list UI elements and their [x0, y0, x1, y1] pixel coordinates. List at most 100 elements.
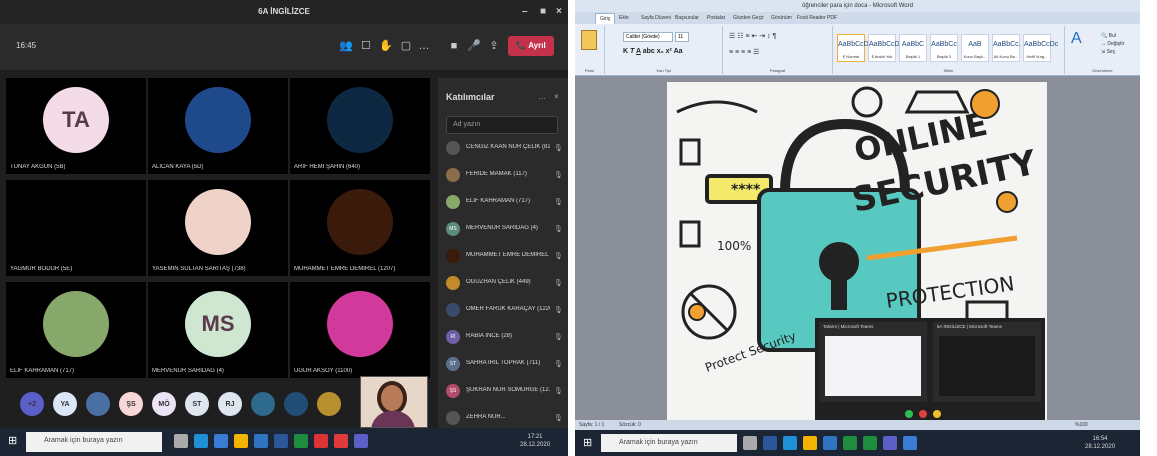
video-tile[interactable]: MS MERVENUR SARIDAĞ (4) [148, 282, 288, 378]
paste-icon[interactable] [581, 30, 597, 50]
maximize-icon[interactable]: ■ [540, 0, 546, 24]
chrome-icon[interactable] [294, 434, 308, 448]
avatar[interactable]: ŞS [119, 392, 143, 416]
mic-off-icon: 🎙 [554, 145, 563, 152]
meeting-toolbar: 16:45 👥 ☐ ✋ ▢ … ■ 🎤 ⇪ 📞 Ayrıl [0, 24, 568, 70]
leave-button[interactable]: 📞 Ayrıl [508, 36, 554, 56]
mic-off-icon: 🎙 [554, 388, 563, 395]
camera-icon[interactable]: ■ [446, 38, 462, 54]
more-icon[interactable]: … [538, 92, 546, 101]
search-icon[interactable] [174, 434, 188, 448]
store-icon[interactable] [823, 436, 837, 450]
list-item[interactable]: ÖMER FARUK KARAÇAY (1220) 🎙 [442, 298, 566, 324]
find-replace-buttons[interactable]: 🔍 Bul ↔ Değiştir ⇲ Seç [1101, 32, 1124, 56]
list-item[interactable]: OĞUZHAN ÇELİK (449) 🎙 [442, 271, 566, 297]
app-icon[interactable] [903, 436, 917, 450]
video-tile[interactable]: ARİF HEMİ ŞAHİN (640) [290, 78, 430, 174]
minimize-icon[interactable]: – [522, 0, 528, 24]
share-icon[interactable]: ⇪ [486, 38, 502, 54]
folder-icon[interactable] [234, 434, 248, 448]
tab-6[interactable]: Görünüm [767, 13, 796, 23]
video-tile[interactable]: ALİCAN KAYA (5D) [148, 78, 288, 174]
word-icon[interactable] [763, 436, 777, 450]
style-gallery-item[interactable]: AaB Konu Başlı... [961, 34, 989, 62]
tab-3[interactable]: Başvurular [671, 13, 703, 23]
align-buttons[interactable]: ≡ ≡ ≡ ≡ ☰ [729, 48, 759, 56]
video-tile[interactable]: YAĞMUR BODUR (5E) [6, 180, 146, 276]
style-gallery-item[interactable]: AaBbCcDc Hafif Vurg... [1023, 34, 1058, 62]
avatar[interactable]: MÖ [152, 392, 176, 416]
file-explorer-icon[interactable] [214, 434, 228, 448]
video-tile[interactable]: YASEMİN SULTAN SARITAŞ (738) [148, 180, 288, 276]
close-icon[interactable]: × [556, 0, 562, 24]
app-icon[interactable] [334, 434, 348, 448]
teams-icon[interactable] [883, 436, 897, 450]
participant-search-input[interactable]: Ad yazın [446, 116, 558, 134]
close-icon[interactable]: × [554, 92, 559, 101]
list-item[interactable]: ELİF KAHRAMAN (717) 🎙 [442, 190, 566, 216]
list-item[interactable]: FERİDE MAMAK (117) 🎙 [442, 163, 566, 189]
change-styles-icon[interactable]: A [1071, 30, 1085, 52]
avatar[interactable] [317, 392, 341, 416]
video-tile[interactable]: UĞUR AKSOY (1100) [290, 282, 430, 378]
avatar: ST [446, 357, 460, 371]
mic-off-icon: 🎙 [554, 280, 563, 287]
tab-1[interactable]: Ekle [615, 13, 633, 23]
store-icon[interactable] [254, 434, 268, 448]
windows-start-icon[interactable]: ⊞ [8, 436, 19, 447]
list-item[interactable]: MUHAMMET EMRE DEMİREL ... 🎙 [442, 244, 566, 270]
tab-2[interactable]: Sayfa Düzeni [637, 13, 675, 23]
edge-icon[interactable] [194, 434, 208, 448]
zoom-level[interactable]: %100 [1075, 422, 1088, 428]
chrome-icon[interactable] [863, 436, 877, 450]
windows-start-icon[interactable]: ⊞ [583, 438, 594, 449]
tab-5[interactable]: Gözden Geçir [729, 13, 768, 23]
style-gallery-item[interactable]: AaBbCc. Alt Konu Ba... [992, 34, 1021, 62]
folder-icon[interactable] [803, 436, 817, 450]
more-icon[interactable]: … [416, 38, 432, 54]
tab-4[interactable]: Postalar [703, 13, 729, 23]
font-size-select[interactable]: 11 [675, 32, 689, 42]
taskbar-search-input[interactable]: Aramak için buraya yazın [601, 434, 737, 452]
preview-calendar[interactable]: Takvim | Microsoft Teams [819, 322, 927, 402]
style-gallery-item[interactable]: AaBbCc Başlık 2 [930, 34, 958, 62]
avatar[interactable] [251, 392, 275, 416]
video-tile[interactable]: MUHAMMET EMRE DEMİREL (1207) [290, 180, 430, 276]
style-gallery-item[interactable]: AaBbCcDc ¶ Normal [837, 34, 872, 62]
taskbar-search-input[interactable]: Aramak için buraya yazın [26, 432, 162, 452]
avatar[interactable]: +2 [20, 392, 44, 416]
list-item[interactable]: Rİ RABİA İNCE (28) 🎙 [442, 325, 566, 351]
preview-meeting[interactable]: 6A İNGİLİZCE | Microsoft Teams [933, 322, 1041, 402]
search-icon[interactable] [743, 436, 757, 450]
avatar[interactable]: YA [53, 392, 77, 416]
list-buttons[interactable]: ☰ ☷ ≡ ⇤ ⇥ ↕ ¶ [729, 32, 776, 40]
raise-hand-icon[interactable]: ✋ [378, 38, 394, 54]
avatar[interactable]: RJ [218, 392, 242, 416]
bold-button[interactable]: K T A abc x₂ x² Aa [623, 48, 683, 55]
chat-icon[interactable]: ☐ [358, 38, 374, 54]
style-gallery-item[interactable]: AaBbC Başlık 1 [899, 34, 927, 62]
list-item[interactable]: MS MERVENUR SARIDAĞ (4) 🎙 [442, 217, 566, 243]
list-item[interactable]: ST SAHRA IRIL TOPRAK (711) 🎙 [442, 352, 566, 378]
list-item[interactable]: CENGİZ KAAN NUR ÇELİK (823) 🎙 [442, 136, 566, 162]
teams-icon[interactable] [354, 434, 368, 448]
video-tile[interactable]: TA TUNAY AKGÜN (5B) [6, 78, 146, 174]
participant-name: MERVENUR SARIDAĞ (4) [152, 368, 224, 374]
video-tile[interactable]: ELİF KAHRAMAN (717) [6, 282, 146, 378]
tab-0[interactable]: Giriş [595, 13, 616, 24]
app-icon[interactable] [843, 436, 857, 450]
list-item[interactable]: ŞS ŞÜKRAN NUR SÖMÜRGE (12... 🎙 [442, 379, 566, 405]
list-item[interactable]: ZEHRA NUR... 🎙 [442, 406, 566, 426]
style-gallery-item[interactable]: AaBbCcDc ¶ Aralık Yok [868, 34, 903, 62]
avatar[interactable] [284, 392, 308, 416]
tab-7[interactable]: Foxit Reader PDF [793, 13, 841, 23]
avatar[interactable]: ST [185, 392, 209, 416]
edge-icon[interactable] [783, 436, 797, 450]
breakout-icon[interactable]: ▢ [398, 38, 414, 54]
mic-icon[interactable]: 🎤 [466, 38, 482, 54]
avatar[interactable] [86, 392, 110, 416]
font-name-select[interactable]: Calibri (Gövde) [623, 32, 673, 42]
participants-icon[interactable]: 👥 [338, 38, 354, 54]
word-icon[interactable] [274, 434, 288, 448]
app-icon[interactable] [314, 434, 328, 448]
